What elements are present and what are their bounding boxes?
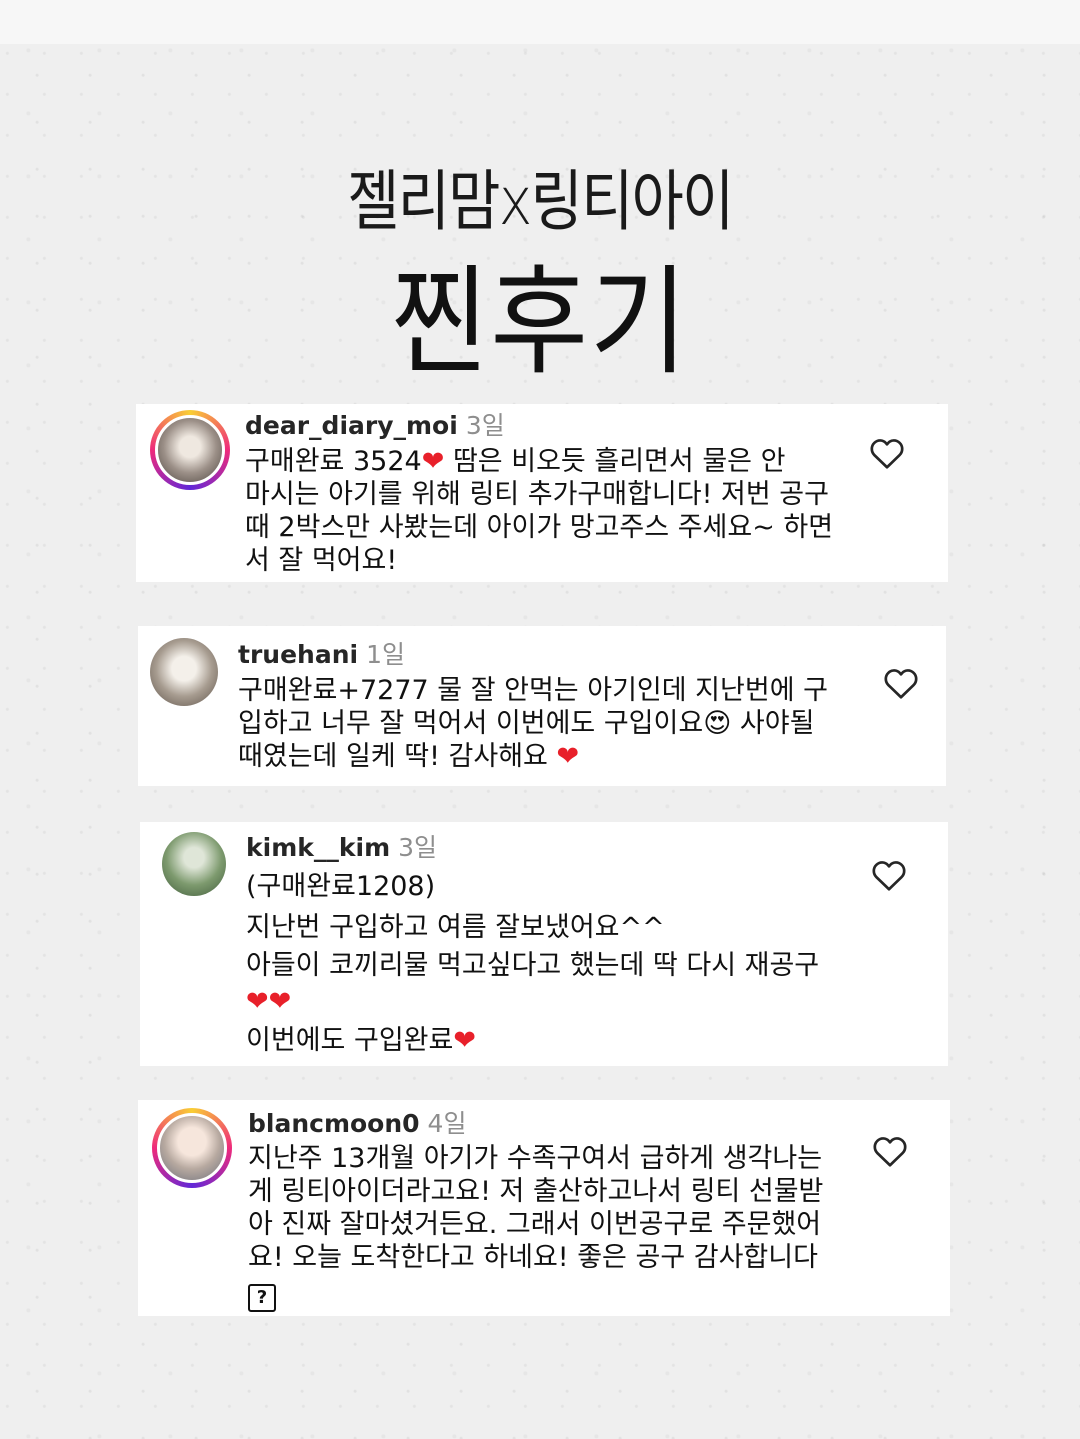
like-heart-icon[interactable] [871, 858, 907, 892]
avatar[interactable] [152, 1108, 232, 1188]
username[interactable]: dear_diary_moi 3일 [245, 406, 505, 442]
avatar[interactable] [150, 410, 230, 490]
like-heart-icon[interactable] [883, 666, 919, 700]
comment-time: 3일 [465, 411, 505, 440]
comment-text: (구매완료1208) 지난번 구입하고 여름 잘보냈어요^^ 아들이 코끼리물 … [246, 871, 820, 1056]
avatar[interactable] [150, 638, 218, 706]
comment-time: 4일 [427, 1109, 467, 1138]
username[interactable]: kimk__kim 3일 [246, 828, 437, 864]
comment-text: 구매완료 3524❤ 땀은 비오듯 흘리면서 물은 안 마시는 아기를 위해 링… [245, 446, 834, 576]
header-title: 찐후기 [390, 253, 690, 391]
avatar[interactable] [162, 832, 226, 896]
comment-text: 구매완료+7277 물 잘 안먹는 아기인데 지난번에 구 입하고 너무 잘 먹… [238, 675, 828, 772]
username[interactable]: blancmoon0 4일 [248, 1104, 466, 1140]
username[interactable]: truehani 1일 [238, 635, 405, 671]
comment-time: 3일 [398, 833, 438, 862]
like-heart-icon[interactable] [869, 436, 905, 470]
comment-time: 1일 [366, 640, 405, 669]
like-heart-icon[interactable] [872, 1134, 908, 1168]
comment-text: 지난주 13개월 아기가 수족구여서 급하게 생각나는 게 링티아이더라고요! … [248, 1142, 868, 1312]
unknown-glyph-icon: ? [248, 1284, 276, 1312]
top-band [0, 0, 1080, 44]
